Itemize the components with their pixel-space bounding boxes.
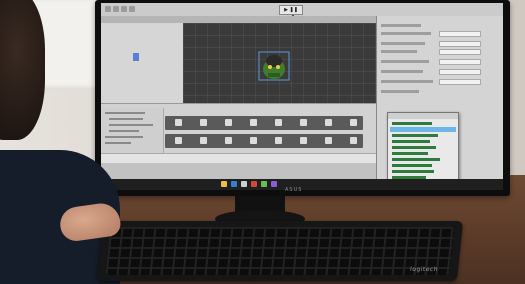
- scene-view[interactable]: [183, 23, 376, 103]
- folder-item[interactable]: [109, 118, 143, 120]
- search-bar[interactable]: [101, 153, 376, 163]
- keyboard-keys[interactable]: [105, 227, 455, 275]
- sprite-thumb-icon[interactable]: [200, 137, 207, 144]
- list-item[interactable]: [392, 152, 428, 155]
- sprite-thumb-icon[interactable]: [250, 137, 257, 144]
- list-item[interactable]: [392, 140, 430, 143]
- inspector-field[interactable]: [439, 69, 481, 75]
- editor-toolbar: ▶ ❚❚ ▶❚: [101, 3, 503, 21]
- app-icon[interactable]: [251, 181, 257, 187]
- sprite-thumb-icon[interactable]: [350, 137, 357, 144]
- rotate-tool-icon[interactable]: [121, 6, 127, 12]
- camera-gizmo-icon: [133, 53, 139, 61]
- app-icon[interactable]: [261, 181, 267, 187]
- folder-icon[interactable]: [221, 181, 227, 187]
- move-tool-icon[interactable]: [113, 6, 119, 12]
- inspector-field[interactable]: [439, 41, 481, 47]
- list-item[interactable]: [392, 158, 440, 161]
- folder-item[interactable]: [105, 142, 131, 144]
- selected-item[interactable]: [390, 127, 456, 132]
- sprite-thumb-icon[interactable]: [350, 119, 357, 126]
- keyboard[interactable]: logitech: [96, 221, 464, 281]
- unity-editor-screen: ▶ ❚❚ ▶❚: [101, 3, 503, 190]
- sprite-thumb-icon[interactable]: [300, 119, 307, 126]
- sprite-thumb-icon[interactable]: [225, 137, 232, 144]
- sprite-thumb-icon[interactable]: [175, 137, 182, 144]
- play-controls[interactable]: ▶ ❚❚ ▶❚: [279, 5, 303, 21]
- folder-item[interactable]: [105, 136, 143, 138]
- list-item[interactable]: [392, 134, 438, 137]
- sprite-thumb-icon[interactable]: [300, 137, 307, 144]
- scale-tool-icon[interactable]: [129, 6, 135, 12]
- sprite-thumb-icon[interactable]: [325, 137, 332, 144]
- inspector-field[interactable]: [439, 79, 481, 85]
- inspector-row: [381, 24, 421, 27]
- inspector-row: [381, 50, 417, 53]
- list-item[interactable]: [392, 122, 432, 125]
- sprite-thumb-icon[interactable]: [250, 119, 257, 126]
- sprite-thumb-icon[interactable]: [200, 119, 207, 126]
- inspector-row: [381, 42, 425, 45]
- inspector-field[interactable]: [439, 49, 481, 55]
- sprite-thumb-icon[interactable]: [275, 137, 282, 144]
- inspector-row: [381, 70, 423, 73]
- sprite-thumb-icon[interactable]: [275, 119, 282, 126]
- character-sprite[interactable]: [258, 51, 290, 81]
- scene-tabs[interactable]: [101, 16, 376, 23]
- popup-title-bar: [388, 113, 458, 119]
- inspector-panel[interactable]: [376, 16, 503, 190]
- keyboard-brand-label: logitech: [409, 266, 439, 273]
- monitor: ▶ ❚❚ ▶❚: [95, 0, 510, 196]
- inspector-row: [381, 80, 433, 83]
- project-folder-tree[interactable]: [101, 108, 164, 154]
- project-panel[interactable]: [101, 103, 376, 154]
- list-item[interactable]: [392, 170, 434, 173]
- unity-icon[interactable]: [241, 181, 247, 187]
- person-head: [0, 0, 45, 140]
- folder-item[interactable]: [105, 112, 145, 114]
- browser-icon[interactable]: [231, 181, 237, 187]
- sprite-thumb-icon[interactable]: [225, 119, 232, 126]
- folder-item[interactable]: [109, 130, 139, 132]
- monitor-brand-label: ASUS: [285, 187, 303, 193]
- hierarchy-panel[interactable]: [101, 23, 184, 103]
- sprite-thumb-icon[interactable]: [325, 119, 332, 126]
- object-picker-popup[interactable]: [387, 112, 459, 188]
- folder-item[interactable]: [109, 124, 153, 126]
- hand-tool-icon[interactable]: [105, 6, 111, 12]
- sprite-thumb-icon[interactable]: [175, 119, 182, 126]
- sprite-sheet-row[interactable]: [165, 116, 363, 130]
- inspector-field[interactable]: [439, 31, 481, 37]
- list-item[interactable]: [392, 164, 432, 167]
- asset-grid[interactable]: [165, 114, 365, 152]
- app-icon[interactable]: [271, 181, 277, 187]
- inspector-field[interactable]: [439, 59, 481, 65]
- inspector-row: [381, 90, 419, 93]
- sprite-sheet-row[interactable]: [165, 134, 363, 148]
- inspector-row: [381, 60, 429, 63]
- photo-scene: ▶ ❚❚ ▶❚: [0, 0, 525, 284]
- list-item[interactable]: [392, 146, 436, 149]
- inspector-row: [381, 32, 431, 35]
